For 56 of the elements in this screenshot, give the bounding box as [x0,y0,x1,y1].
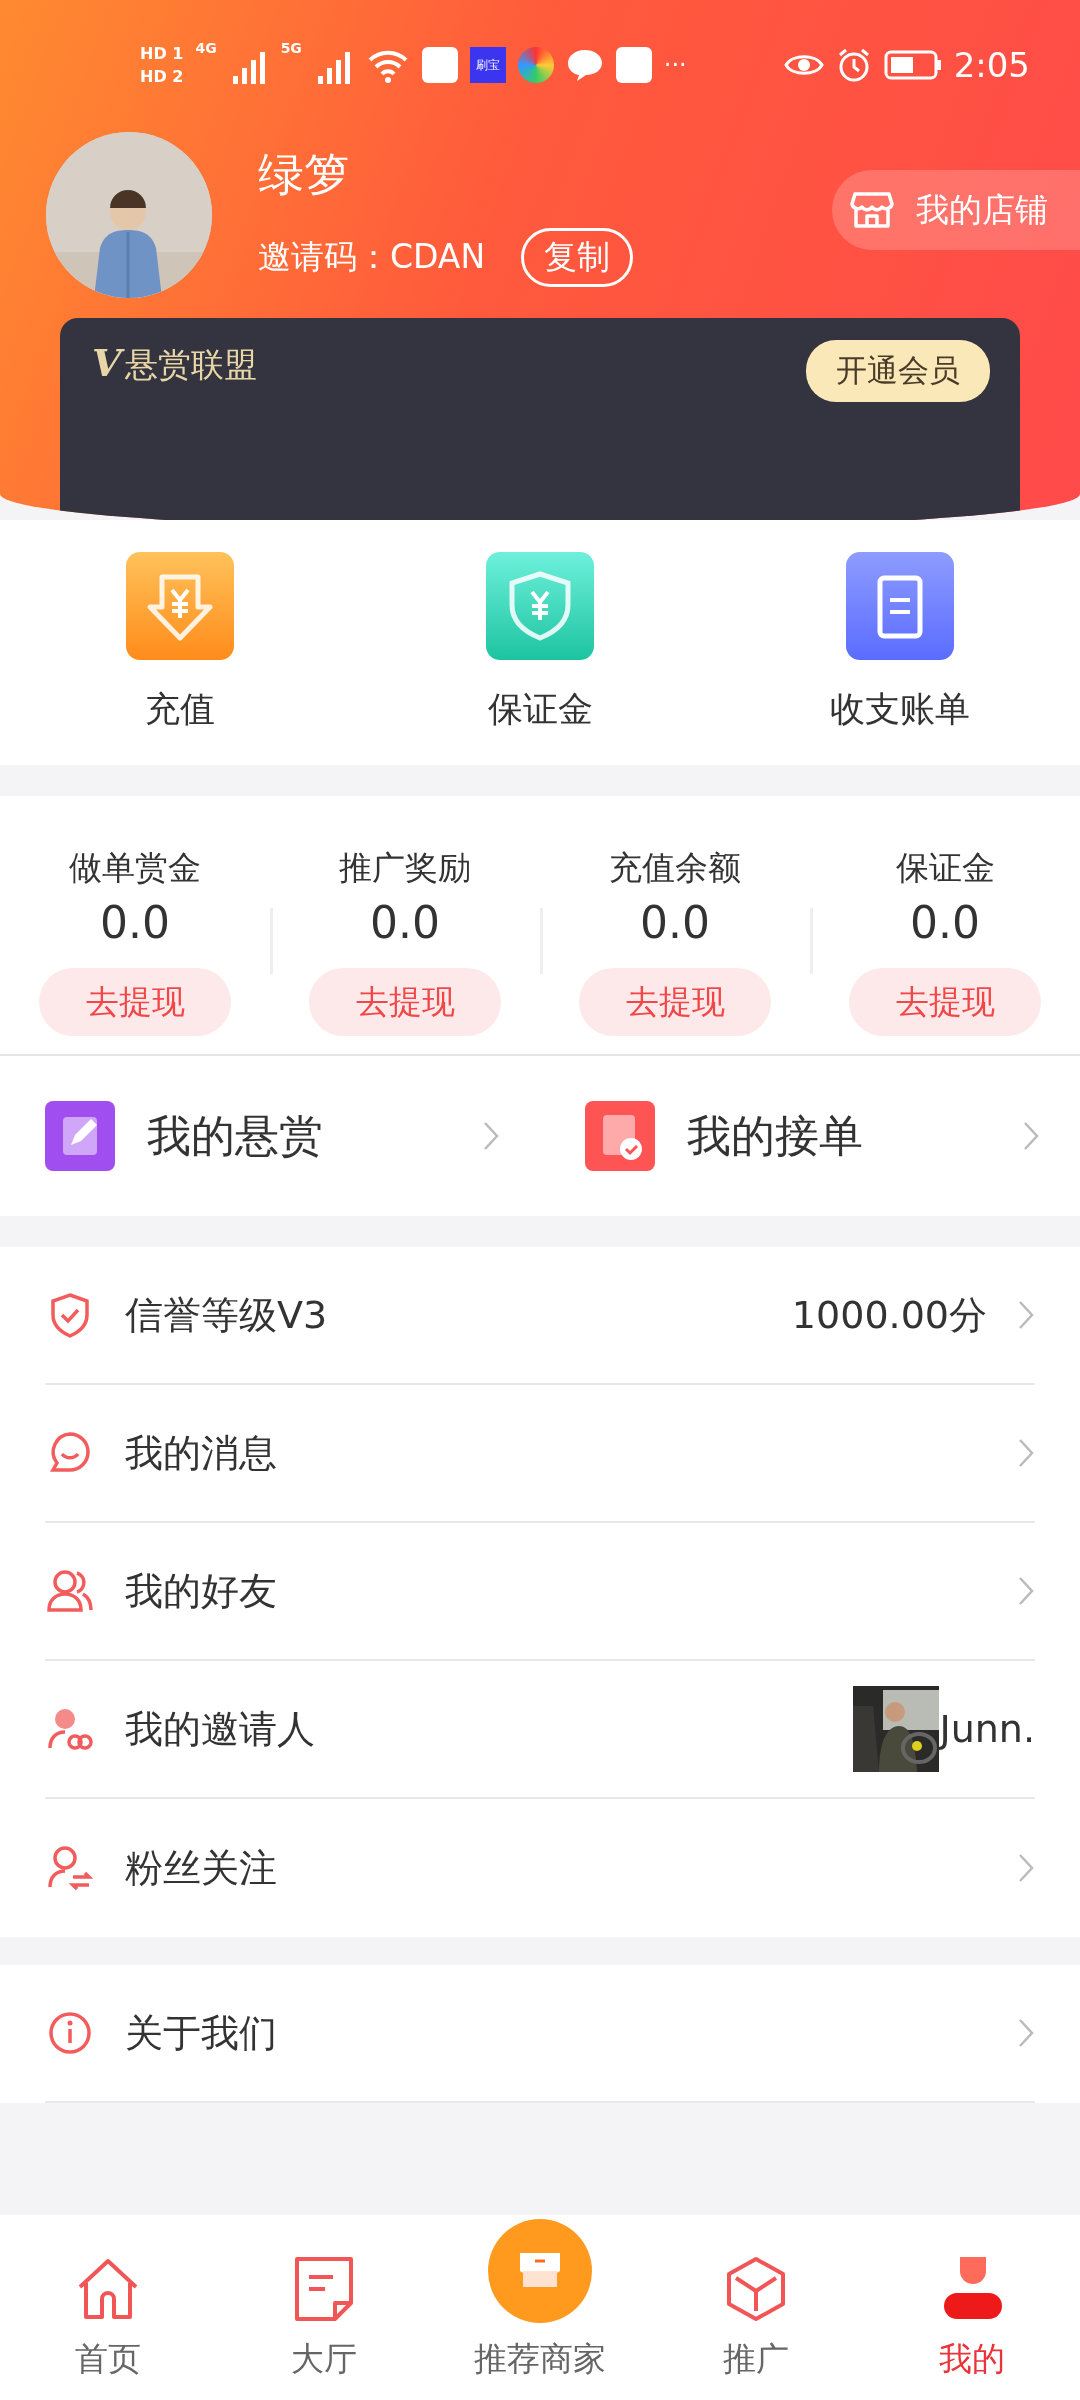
app-icon [517,47,554,83]
hd-indicator: HD 1 [140,44,184,63]
chevron-icon [1017,1437,1035,1469]
menu-item[interactable]: 我的邀请人 [125,1703,824,1755]
menu-item[interactable]: 我的好友 [125,1565,987,1617]
balance-value: 0.0 [910,897,980,948]
balance-label: 充值余额 [609,847,741,889]
chevron-icon [1017,2017,1035,2049]
menu-item[interactable]: 信誉等级V3 [125,1289,762,1341]
more-indicator: ··· [663,51,687,79]
menu-value: Junn. [939,1707,1035,1751]
store-icon [488,2219,592,2323]
app-icon [615,47,652,83]
tab[interactable]: 推荐商家 [432,2215,648,2400]
clock-time: 2:05 [953,45,1030,85]
chevron-icon [1017,1575,1035,1607]
invite-code: 邀请码：CDAN [258,235,486,278]
user-arrow-icon [45,1843,95,1893]
network-label: 4G [195,40,217,56]
hd-indicator: HD 2 [140,67,184,86]
balance-value: 0.0 [640,897,710,948]
chat-icon [565,48,604,82]
store-icon [850,190,894,230]
action-label[interactable]: 收支账单 [830,686,970,733]
balance-label: 保证金 [895,847,995,889]
menu-item[interactable]: 粉丝关注 [125,1842,987,1894]
tab[interactable]: 首页 [0,2215,216,2400]
tab[interactable]: 我的 [864,2215,1080,2400]
balance-label: 做单赏金 [69,847,201,889]
task-link[interactable]: 我的接单 [687,1106,990,1166]
action-label[interactable]: 充值 [145,686,215,733]
chevron-icon [1022,1120,1040,1152]
network-label: 5G [280,40,302,56]
menu-item[interactable]: 我的消息 [125,1427,987,1479]
yen-shield-icon [486,552,594,660]
action-label[interactable]: 保证金 [487,686,593,733]
user-name: 绿箩 [258,145,351,203]
menu-value: 1000.00分 [791,1291,987,1339]
balance-value: 0.0 [100,897,170,948]
chevron-icon [1017,1299,1035,1331]
app-icon [421,47,458,83]
app-badge: 刷宝 [469,47,506,83]
task-link[interactable]: 我的悬赏 [147,1106,450,1166]
tab[interactable]: 推广 [648,2215,864,2400]
document-check-icon [585,1101,655,1171]
balance-label: 推广奖励 [339,847,471,889]
balance-value: 0.0 [370,897,440,948]
membership-button[interactable]: 开通会员 [806,340,990,402]
note-icon [293,2255,355,2323]
edit-icon [45,1101,115,1171]
battery-icon [883,50,942,80]
chevron-icon [1017,1852,1035,1884]
chevron-icon [482,1120,500,1152]
vip-title: V悬赏联盟 [92,340,258,387]
document-icon [846,552,954,660]
tab[interactable]: 大厅 [216,2215,432,2400]
